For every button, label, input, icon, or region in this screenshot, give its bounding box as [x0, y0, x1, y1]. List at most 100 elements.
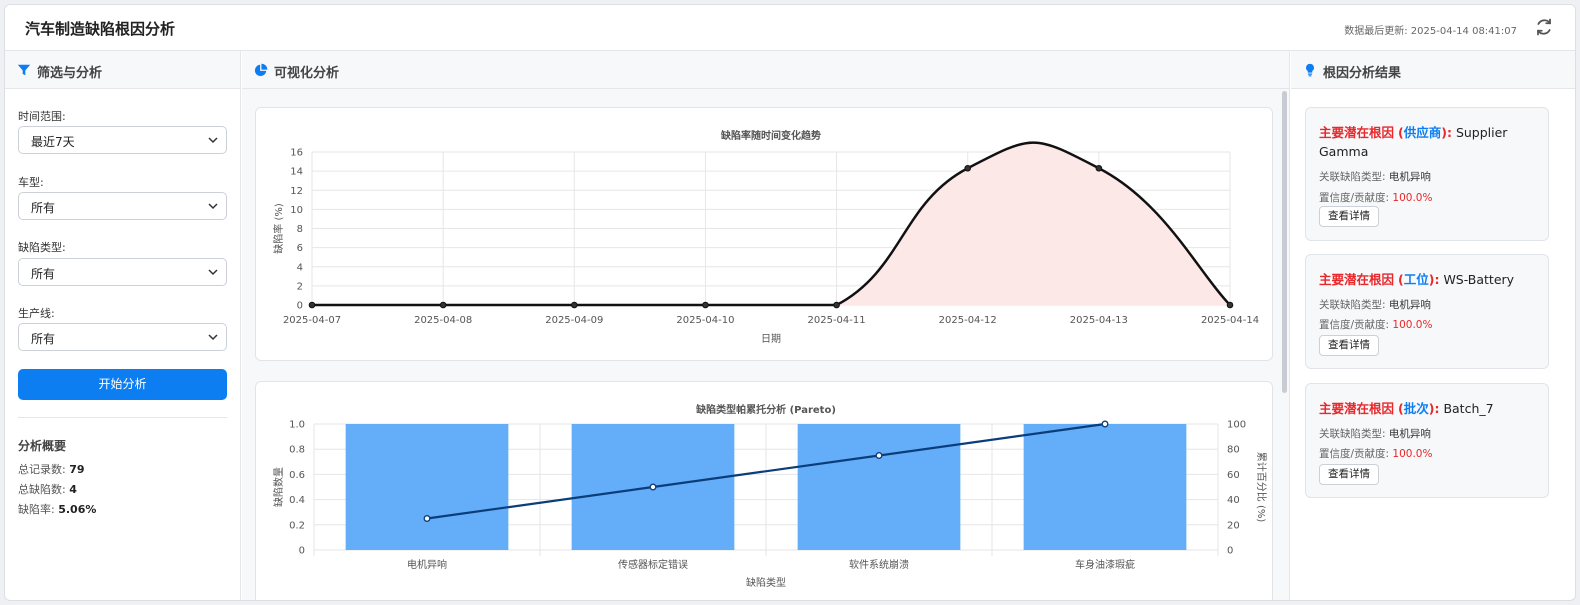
summary-title: 分析概要	[18, 439, 67, 453]
related-defect-line: 关联缺陷类型: 电机异响	[1319, 297, 1431, 312]
y2-tick-label: 60	[1227, 470, 1240, 481]
pareto-chart-card: 缺陷类型帕累托分析 (Pareto) 0 0.2 0.4 0.6 0.8 1.0 0 20 40 6…	[255, 381, 1273, 600]
visualization-panel-title: 可视化分析	[274, 66, 340, 81]
divider	[18, 417, 227, 418]
confidence-value: 100.0%	[1392, 319, 1433, 331]
defect-type-value: 所有	[31, 267, 56, 281]
pareto-chart: 缺陷类型帕累托分析 (Pareto) 0 0.2 0.4 0.6 0.8 1.0 0 20 40 6…	[272, 403, 1268, 589]
start-analysis-button[interactable]: 开始分析	[18, 369, 227, 400]
defect-rate-trend-chart: 缺陷率随时间变化趋势 0 2 4 6 8 10 12 14 16 2025-04-07 2025-04…	[272, 129, 1259, 345]
root-cause-card: 主要潜在根因 (工位): WS-Battery 关联缺陷类型: 电机异响 置信度…	[1305, 254, 1549, 369]
app-window: 汽车制造缺陷根因分析 数据最后更新: 2025-04-14 08:41:07 筛…	[4, 4, 1576, 601]
x-tick-label: 传感器标定错误	[618, 558, 688, 571]
cumulative-point	[875, 452, 883, 459]
root-cause-title: 主要潜在根因 (批次): Batch_7	[1319, 401, 1494, 416]
pie-chart-icon	[254, 63, 268, 77]
chevron-down-icon	[208, 137, 218, 144]
related-defect-line: 关联缺陷类型: 电机异响	[1319, 426, 1431, 441]
related-defect-value: 电机异响	[1388, 299, 1431, 311]
confidence-value: 100.0%	[1392, 192, 1433, 204]
summary-defect-rate: 缺陷率: 5.06%	[18, 501, 96, 517]
chart-title: 缺陷类型帕累托分析 (Pareto)	[695, 403, 836, 416]
y-tick-label: 2	[297, 281, 303, 292]
filter-panel: 筛选与分析 时间范围: 最近7天 车型: 所有 缺陷类型: 所有 生产线: 所有…	[5, 51, 241, 600]
x-tick-label: 电机异响	[407, 558, 447, 571]
total-records-label: 总记录数:	[18, 463, 66, 476]
y-tick-label: 0.6	[289, 470, 305, 481]
production-line-value: 所有	[31, 332, 56, 346]
root-cause-panel-title: 根因分析结果	[1323, 66, 1402, 81]
data-point	[439, 301, 447, 309]
total-defects-value: 4	[69, 483, 77, 496]
y-tick-label: 0.2	[289, 520, 305, 531]
y-tick-label: 4	[297, 262, 303, 273]
data-point	[308, 301, 316, 309]
model-label: 车型:	[18, 176, 44, 189]
visualization-panel: 可视化分析 缺陷率随时间变化趋势 0 2 4 6 8 10 12 14 16 2025-04-07 2…	[242, 51, 1290, 600]
root-cause-prefix: 主要潜在根因	[1319, 272, 1395, 287]
related-defect-line: 关联缺陷类型: 电机异响	[1319, 169, 1431, 184]
refresh-icon[interactable]	[1535, 18, 1553, 36]
x-axis-label: 缺陷类型	[746, 576, 786, 589]
view-details-button[interactable]: 查看详情	[1319, 206, 1379, 227]
filter-panel-title: 筛选与分析	[37, 66, 103, 81]
y-tick-label: 0	[299, 546, 305, 557]
defect-type-select[interactable]: 所有	[18, 258, 227, 286]
defect-type-label: 缺陷类型:	[18, 241, 66, 254]
chevron-down-icon	[208, 269, 218, 276]
y-tick-label: 14	[290, 167, 303, 178]
root-cause-category: 供应商	[1403, 125, 1442, 140]
filter-icon	[17, 64, 31, 76]
chevron-down-icon	[208, 334, 218, 341]
y-tick-label: 0.8	[289, 445, 305, 456]
root-cause-title: 主要潜在根因 (供应商): Supplier Gamma	[1319, 125, 1508, 159]
app-title: 汽车制造缺陷根因分析	[25, 20, 176, 38]
x-tick-label: 2025-04-08	[414, 315, 472, 326]
x-tick-label: 2025-04-14	[1201, 315, 1259, 326]
data-point	[964, 164, 972, 172]
total-defects-label: 总缺陷数:	[18, 483, 66, 496]
related-defect-label: 关联缺陷类型:	[1319, 299, 1386, 311]
data-point	[1095, 164, 1103, 172]
data-point	[570, 301, 578, 309]
time-range-select[interactable]: 最近7天	[18, 126, 227, 154]
confidence-label: 置信度/贡献度:	[1319, 448, 1390, 460]
x-axis-label: 日期	[761, 333, 781, 345]
scrollbar-thumb[interactable]	[1282, 91, 1287, 393]
model-value: 所有	[31, 201, 56, 215]
last-updated-text: 数据最后更新: 2025-04-14 08:41:07	[1344, 26, 1517, 37]
view-details-button[interactable]: 查看详情	[1319, 464, 1379, 485]
root-cause-card: 主要潜在根因 (批次): Batch_7 关联缺陷类型: 电机异响 置信度/贡献…	[1305, 383, 1549, 498]
visualization-panel-header: 可视化分析	[242, 51, 1289, 89]
related-defect-label: 关联缺陷类型:	[1319, 428, 1386, 440]
root-cause-value: Batch_7	[1443, 401, 1494, 416]
chart-title: 缺陷率随时间变化趋势	[720, 129, 821, 142]
related-defect-label: 关联缺陷类型:	[1319, 171, 1386, 183]
y-tick-label: 16	[290, 148, 303, 159]
total-records-value: 79	[69, 463, 85, 476]
y-tick-label: 6	[297, 243, 303, 254]
root-cause-value: WS-Battery	[1443, 272, 1515, 287]
y-tick-label: 12	[290, 186, 303, 197]
summary-total-defects: 总缺陷数: 4	[18, 481, 77, 497]
x-tick-label: 2025-04-11	[808, 315, 866, 326]
confidence-label: 置信度/贡献度:	[1319, 319, 1390, 331]
time-range-label: 时间范围:	[18, 110, 66, 123]
y2-tick-label: 0	[1227, 546, 1233, 557]
root-cause-prefix: 主要潜在根因	[1319, 401, 1395, 416]
root-cause-card: 主要潜在根因 (供应商): Supplier Gamma 关联缺陷类型: 电机异…	[1305, 107, 1549, 241]
related-defect-value: 电机异响	[1388, 428, 1431, 440]
y2-tick-label: 40	[1227, 495, 1240, 506]
view-details-button[interactable]: 查看详情	[1319, 335, 1379, 356]
y2-tick-label: 20	[1227, 520, 1240, 531]
bar	[797, 424, 961, 550]
production-line-select[interactable]: 所有	[18, 323, 227, 351]
root-cause-title: 主要潜在根因 (工位): WS-Battery	[1319, 272, 1515, 287]
model-select[interactable]: 所有	[18, 192, 227, 220]
defect-rate-label: 缺陷率:	[18, 503, 55, 516]
y2-axis-label: 累计百分比 (%)	[1255, 452, 1268, 523]
filter-panel-header: 筛选与分析	[5, 51, 240, 89]
x-tick-label: 2025-04-10	[676, 315, 734, 326]
cumulative-point	[649, 483, 657, 491]
bar	[1023, 424, 1187, 550]
